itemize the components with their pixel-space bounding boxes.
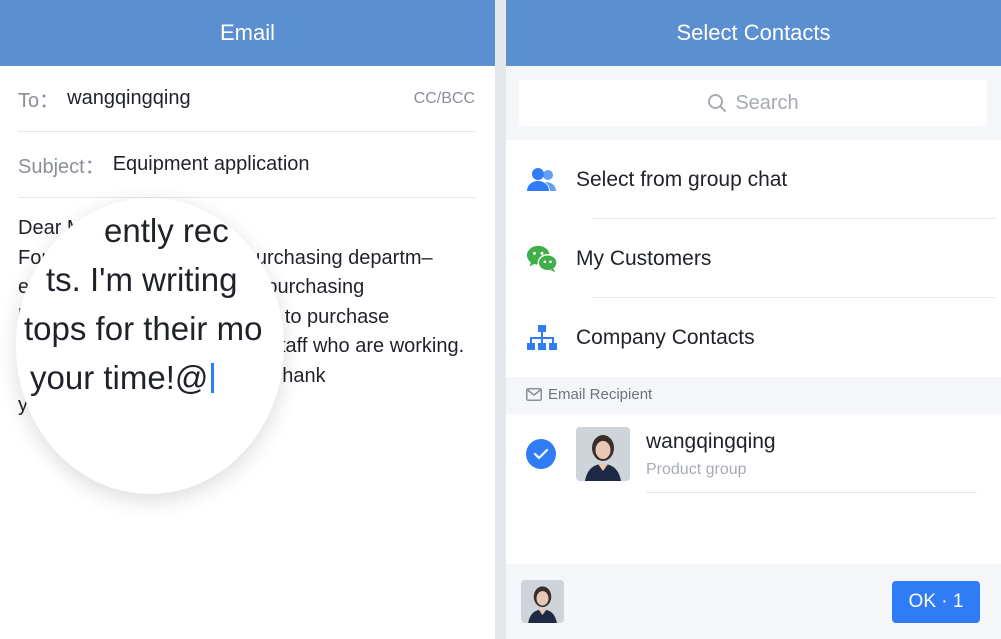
magnifier-line: your time!@ — [30, 359, 209, 396]
selected-avatar[interactable] — [521, 580, 564, 623]
to-label: To： — [18, 90, 60, 112]
menu-item-group-chat[interactable]: Select from group chat — [506, 140, 1001, 219]
recipient-row[interactable]: wangqingqing Product group — [506, 414, 1001, 564]
subject-field[interactable]: Subject： Equipment application — [18, 132, 475, 198]
subject-value[interactable]: Equipment application — [113, 153, 310, 176]
email-recipient-section-header: Email Recipient — [526, 386, 652, 403]
email-header: Email — [0, 0, 495, 66]
contacts-header: Select Contacts — [506, 0, 1001, 66]
text-magnifier-loupe: ently rec ts. I'm writing tops for their… — [16, 198, 284, 494]
email-panel: Email To： wangqingqing CC/BCC Subject： E… — [0, 0, 495, 639]
text-caret — [211, 363, 215, 393]
menu-item-label: My Customers — [576, 246, 712, 270]
wechat-icon — [526, 243, 558, 275]
selection-footer: OK · 1 — [506, 564, 1001, 639]
to-value[interactable]: wangqingqing — [67, 87, 190, 110]
divider — [646, 492, 977, 493]
contacts-panel: Select Contacts Search Select from group… — [506, 0, 1001, 639]
magnifier-line-caret: your time!@ — [30, 359, 215, 397]
menu-item-my-customers[interactable]: My Customers — [506, 219, 1001, 298]
menu-item-company-contacts[interactable]: Company Contacts — [506, 298, 1001, 377]
subject-label: Subject： — [18, 156, 105, 178]
cc-bcc-button[interactable]: CC/BCC — [414, 90, 475, 108]
ok-button[interactable]: OK · 1 — [892, 581, 980, 623]
section-label: Email Recipient — [548, 386, 653, 403]
search-input[interactable]: Search — [519, 80, 987, 126]
org-chart-icon — [526, 322, 558, 354]
group-icon — [526, 164, 558, 196]
avatar — [576, 427, 630, 481]
to-field[interactable]: To： wangqingqing CC/BCC — [18, 66, 475, 132]
search-placeholder: Search — [735, 91, 799, 114]
recipient-group: Product group — [646, 461, 747, 478]
search-icon — [707, 93, 727, 113]
contact-source-menu: Select from group chat My Customers Comp… — [506, 140, 1001, 377]
mail-icon — [526, 388, 542, 401]
email-title: Email — [219, 20, 275, 45]
magnifier-line: tops for their mo — [24, 310, 263, 347]
checkmark-icon[interactable] — [526, 439, 556, 469]
menu-item-label: Company Contacts — [576, 325, 755, 349]
menu-item-label: Select from group chat — [576, 167, 788, 191]
magnifier-line: ently rec — [104, 212, 229, 249]
contacts-title: Select Contacts — [676, 20, 831, 45]
magnifier-line: ts. I'm writing — [46, 261, 238, 298]
recipient-name: wangqingqing — [646, 430, 776, 453]
